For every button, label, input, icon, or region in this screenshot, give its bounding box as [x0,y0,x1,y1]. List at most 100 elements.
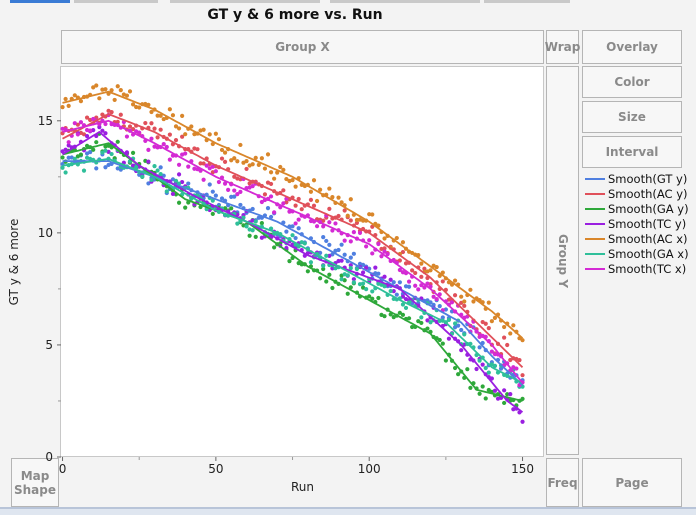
data-point [348,197,353,202]
data-point [140,174,145,179]
data-point [370,212,375,217]
data-point [348,218,353,223]
data-point [232,188,237,193]
data-point [173,137,179,143]
data-point [327,242,332,247]
data-point [351,229,356,235]
data-point [324,279,329,284]
data-point [397,280,402,285]
data-point [250,206,255,212]
data-point [137,105,142,110]
data-point [480,384,485,389]
legend[interactable]: Smooth(GT y) Smooth(AC y) Smooth(GA y) Smoo… [585,171,689,276]
data-point [486,370,491,375]
data-point [492,388,498,393]
data-point [149,121,154,126]
data-point [290,233,295,238]
data-point [94,166,99,171]
data-point [452,293,458,298]
data-point [483,321,488,326]
data-point [78,99,84,104]
y-axis-label: GT y & 6 more [7,219,21,306]
data-point [483,365,488,371]
data-point [302,241,307,246]
data-point [437,337,442,343]
data-point [336,247,341,253]
data-point [112,97,117,103]
data-point [403,305,409,311]
data-point [176,172,182,177]
legend-item[interactable]: Smooth(AC y) [585,186,689,201]
data-point [327,272,332,277]
data-point [489,319,494,324]
data-point [351,251,356,256]
legend-swatch [585,222,605,225]
legend-swatch [585,192,605,195]
data-point [152,126,157,131]
data-point [176,162,182,167]
y-tick-label: 5 [45,338,53,352]
data-point [520,419,525,424]
legend-item[interactable]: Smooth(TC y) [585,216,689,231]
data-point [272,210,277,215]
data-point [124,134,130,139]
data-point [72,121,77,126]
legend-label: Smooth(GA y) [608,201,689,216]
data-point [167,107,172,112]
data-point [468,385,473,390]
data-point [195,147,200,152]
data-point [342,238,347,243]
data-point [281,188,286,193]
data-point [480,362,485,367]
y-tick-label: 10 [38,226,53,240]
data-point [210,211,215,216]
data-point [517,358,522,363]
data-point [235,159,240,164]
data-point [161,142,166,147]
legend-swatch [585,207,605,210]
data-point [351,280,356,285]
data-point [327,186,332,191]
data-point [382,274,387,279]
data-point [502,324,507,330]
data-point [250,162,255,167]
data-point [158,165,163,170]
data-point [477,345,482,350]
legend-item[interactable]: Smooth(GA y) [585,201,689,216]
data-point [158,127,163,132]
data-point [502,335,507,340]
data-point [78,152,84,157]
legend-item[interactable]: Smooth(GT y) [585,171,689,186]
data-point [219,156,225,161]
data-point [94,83,99,88]
data-point [91,147,96,152]
data-point [296,226,301,231]
data-point [345,273,350,278]
data-point [229,206,234,211]
data-point [268,170,274,175]
data-point [183,151,188,156]
legend-item[interactable]: Smooth(GA x) [585,246,689,261]
data-point [210,189,215,194]
legend-item[interactable]: Smooth(AC x) [585,231,689,246]
data-point [272,176,277,181]
data-point [502,400,507,406]
legend-item[interactable]: Smooth(TC x) [585,261,689,276]
data-point [376,295,381,301]
data-point [406,284,412,289]
data-point [486,300,491,305]
data-point [511,323,516,328]
data-point [293,235,298,241]
data-point [186,164,191,169]
data-point [213,131,218,136]
data-point [152,164,157,169]
data-point [370,251,375,256]
data-point [207,182,212,187]
data-point [262,166,268,171]
data-point [336,195,341,200]
data-point [446,336,452,341]
data-point [428,268,433,273]
data-point [63,170,68,175]
data-point [124,93,130,98]
data-point [115,84,120,89]
